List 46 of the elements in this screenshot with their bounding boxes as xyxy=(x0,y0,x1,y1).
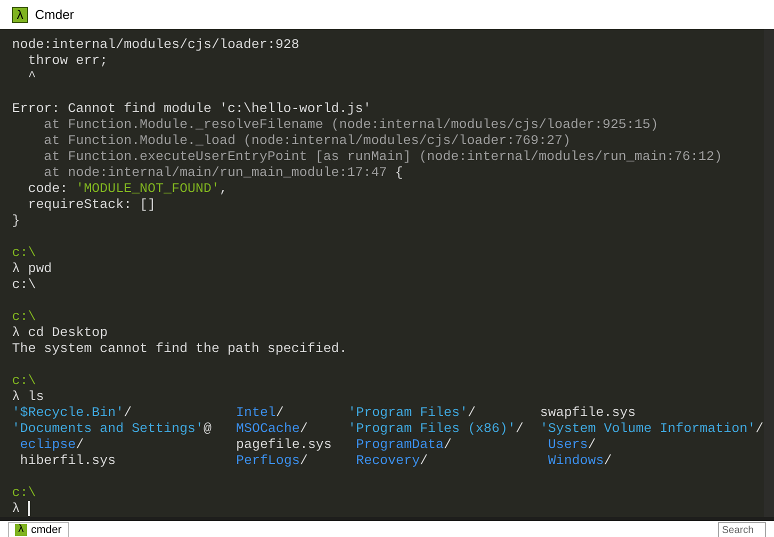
terminal-text: { xyxy=(394,165,404,181)
window-title: Cmder xyxy=(35,6,74,24)
tab-app-icon: λ xyxy=(15,524,27,536)
terminal-text: requireStack: [] xyxy=(26,197,156,213)
string-literal: 'MODULE_NOT_FOUND' xyxy=(76,181,220,197)
folder-name: eclipse/ xyxy=(18,437,84,452)
prompt-path: c:\ xyxy=(12,485,36,501)
folder-name: Windows/ xyxy=(546,453,612,468)
terminal-text: λ xyxy=(12,501,21,517)
stack-trace-text: at Function.executeUserEntryPoint [as runMain] (node:internal/modules/run_main:76:12) xyxy=(42,149,722,165)
prompt-path: c:\ xyxy=(12,245,36,261)
quoted-folder-name: '$Recycle.Bin'/ xyxy=(12,405,132,420)
terminal-text: code: xyxy=(26,181,69,197)
stack-trace-text: at Function.Module._resolveFilename (node:internal/modules/cjs/loader:925:15) xyxy=(42,117,658,133)
folder-name: Intel/ xyxy=(236,405,284,420)
scrollbar-track[interactable] xyxy=(764,29,774,517)
file-name: pagefile.sys xyxy=(236,437,332,452)
terminal-text: , xyxy=(219,181,228,197)
file-name: swapfile.sys xyxy=(540,405,636,420)
terminal-text: λ pwd xyxy=(12,261,52,277)
quoted-folder-name: 'Program Files (x86)'/ xyxy=(348,421,524,436)
folder-name: Recovery/ xyxy=(354,453,428,468)
stack-trace-text: at node:internal/main/run_main_module:17:47 xyxy=(42,165,388,181)
terminal-text: node:internal/modules/cjs/loader:928 xyxy=(12,37,300,53)
prompt-path: c:\ xyxy=(12,309,36,325)
terminal-text: throw err; xyxy=(26,53,108,69)
terminal-text: } xyxy=(12,213,20,229)
stack-trace-text: at Function.Module._load (node:internal/modules/cjs/loader:769:27) xyxy=(42,133,571,149)
folder-name: MSOCache/ xyxy=(236,421,308,436)
folder-name: ProgramData/ xyxy=(354,437,452,452)
folder-name: PerfLogs/ xyxy=(236,453,308,468)
search-field[interactable]: Search xyxy=(718,522,766,537)
terminal-text: c:\ xyxy=(12,277,36,293)
console-tab[interactable]: λ cmder xyxy=(8,522,69,537)
quoted-folder-name: 'Documents and Settings'@ xyxy=(12,421,212,436)
quoted-folder-name: 'Program Files'/ xyxy=(348,405,476,420)
prompt-path: c:\ xyxy=(12,373,36,389)
file-name: hiberfil.sys xyxy=(18,453,116,468)
app-icon: λ xyxy=(12,6,28,22)
terminal-text: λ cd Desktop xyxy=(12,325,108,341)
folder-name: Users/ xyxy=(546,437,596,452)
terminal-text: λ ls xyxy=(12,389,44,405)
quoted-folder-name: 'System Volume Information'/ xyxy=(540,421,764,436)
terminal-text: ^ xyxy=(26,69,36,85)
terminal-text: The system cannot find the path specified. xyxy=(12,341,348,357)
terminal-text: Error: Cannot find module 'c:\hello-world.js' xyxy=(12,101,372,117)
